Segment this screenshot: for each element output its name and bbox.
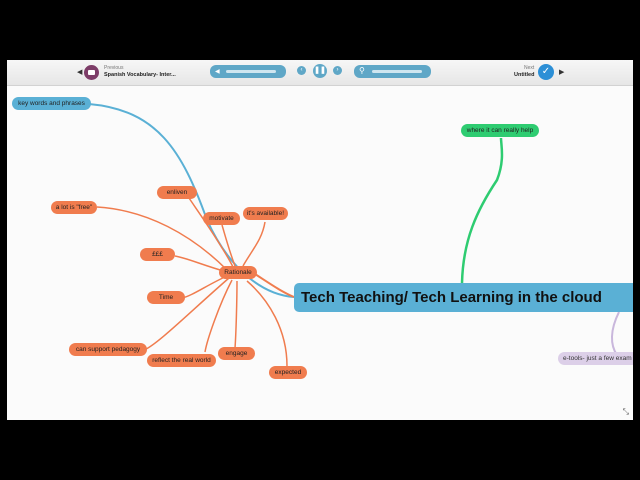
zoom-slider[interactable] [372,70,422,73]
next-arrow-icon[interactable]: ▶ [559,69,564,76]
link-time [181,275,228,299]
node-where-help[interactable]: where it can really help [461,124,539,137]
node-money[interactable]: £££ [140,248,175,261]
node-engage[interactable]: engage [218,347,255,360]
link-engage [234,280,238,349]
node-rationale[interactable]: Rationale [219,266,257,279]
node-available[interactable]: it's available! [243,207,288,220]
link-etools [611,311,620,356]
previous-label: Previous [104,65,124,71]
connector-lines [88,103,620,367]
document-icon[interactable] [84,65,99,80]
link-available [242,221,266,267]
link-real-world [204,279,233,353]
volume-icon: ◀ [215,69,220,75]
volume-control[interactable]: ◀ [210,65,286,78]
node-expected[interactable]: expected [269,366,307,379]
node-real-world[interactable]: reflect the real world [147,354,216,367]
check-icon[interactable]: ✓ [538,64,554,80]
prev-arrow-icon[interactable]: ◀ [77,69,82,76]
pause-icon[interactable]: ❚❚ [313,64,327,78]
zoom-control[interactable]: ⚲ [354,65,431,78]
node-free[interactable]: a lot is "free" [51,201,97,214]
zoom-icon: ⚲ [359,66,365,75]
previous-map-title[interactable]: Spanish Vocabulary- Inter... [104,72,176,78]
resize-icon[interactable]: ⤡ [623,407,629,417]
link-enliven [188,197,234,268]
next-label: Next [524,65,535,71]
node-time[interactable]: Time [147,291,185,304]
toolbar: ◀ Previous Spanish Vocabulary- Inter... … [7,60,633,86]
node-enliven[interactable]: enliven [157,186,197,199]
node-pedagogy[interactable]: can support pedagogy [69,343,147,356]
step-back-icon[interactable]: ‹ [297,66,306,75]
step-forward-icon[interactable]: › [333,66,342,75]
node-motivate[interactable]: motivate [203,212,240,225]
link-where-help [460,137,504,284]
node-etools[interactable]: e-tools- just a few exam [558,352,633,365]
volume-slider[interactable] [226,70,276,73]
node-key-words[interactable]: key words and phrases [12,97,91,110]
mindmap-canvas[interactable]: ◀ Previous Spanish Vocabulary- Inter... … [7,60,633,420]
next-map-title[interactable]: Untitled [514,72,534,78]
central-topic[interactable]: Tech Teaching/ Tech Learning in the clou… [294,283,633,312]
